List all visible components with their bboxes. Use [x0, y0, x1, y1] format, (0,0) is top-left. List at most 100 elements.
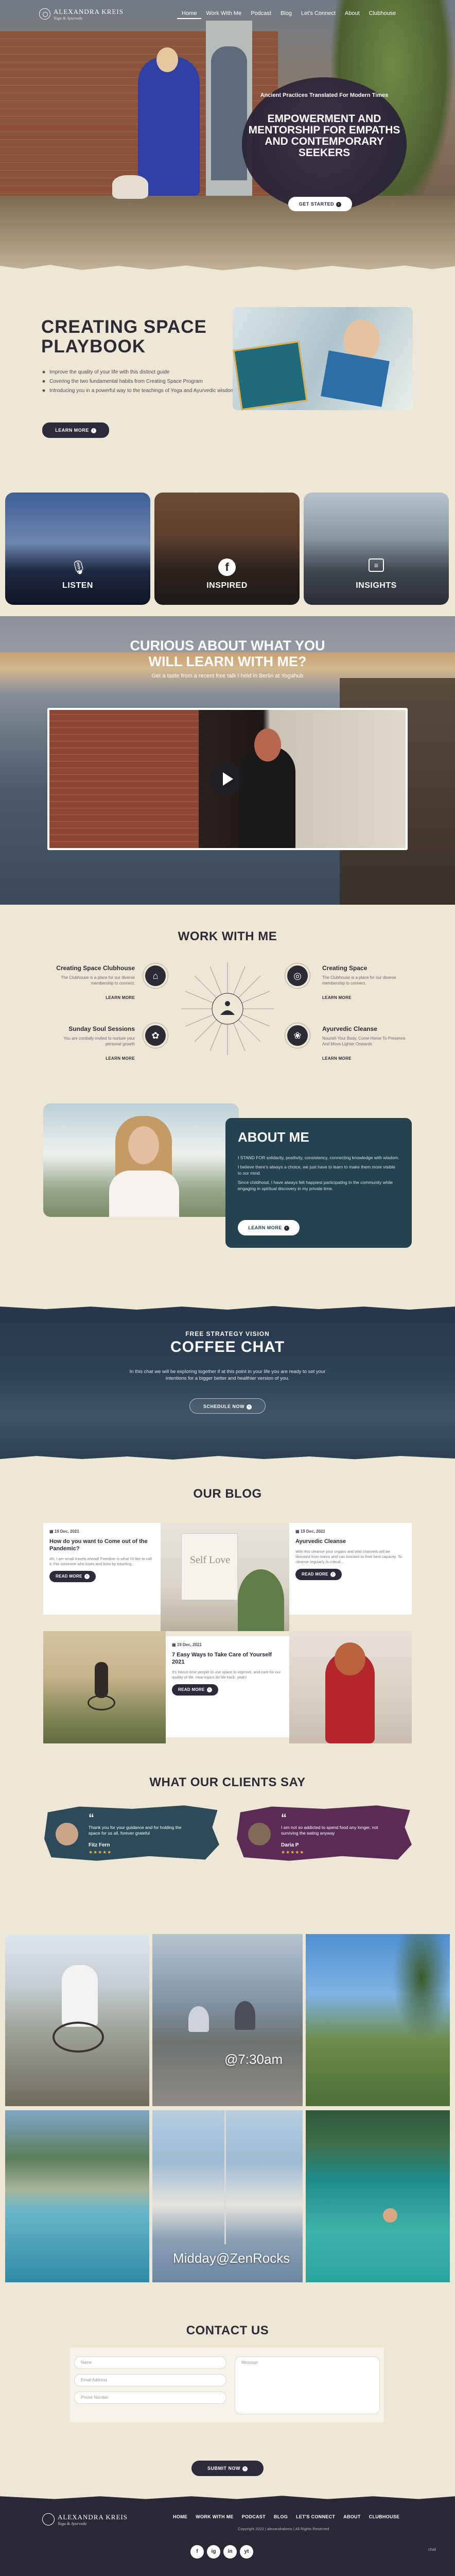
footer-nav-work-with-me[interactable]: WORK WITH ME [191, 2514, 238, 2519]
read-more-button[interactable]: READ MORE › [49, 1571, 96, 1582]
playbook-learn-more-button[interactable]: LEARN MORE › [42, 422, 109, 438]
chat-widget[interactable]: chat [428, 2547, 436, 2552]
service-text: The Clubhouse is a place for our diverse… [61, 975, 135, 986]
service-text: Nourish Your Body, Come Home To Presence… [322, 1036, 406, 1046]
service-title[interactable]: Creating Space Clubhouse [47, 964, 135, 972]
nav-item-podcast[interactable]: Podcast [246, 10, 276, 19]
gallery-caption: Midday@ZenRocks [173, 2250, 290, 2266]
submit-now-button[interactable]: SUBMIT NOW › [191, 2461, 264, 2476]
about-card: ABOUT ME I STAND FOR solidarity, positiv… [225, 1118, 412, 1248]
instagram-icon[interactable]: ig [207, 2545, 220, 2558]
arrow-right-icon: › [206, 1687, 212, 1692]
service-learn-more-link[interactable]: LEARN MORE [322, 1056, 380, 1061]
nav-item-clubhouse[interactable]: Clubhouse [364, 10, 401, 19]
nav-item-home[interactable]: Home [177, 10, 202, 19]
service-title[interactable]: Sunday Soul Sessions [47, 1025, 135, 1032]
inspired-card[interactable]: f INSPIRED [154, 493, 300, 605]
arrow-right-icon: › [330, 1572, 336, 1577]
message-field[interactable]: Message [235, 2357, 380, 2414]
footer-nav-home[interactable]: HOME [169, 2514, 191, 2519]
about-paragraph: I STAND FOR solidarity, positivity, cons… [238, 1155, 399, 1160]
blog-title[interactable]: Ayurvedic Cleanse [295, 1538, 406, 1545]
curious-title: CURIOUS ABOUT WHAT YOU WILL LEARN WITH M… [130, 638, 325, 669]
playbook-title-line1: CREATING SPACE [41, 317, 207, 337]
work-with-me-heading: WORK WITH ME [178, 929, 277, 943]
youtube-icon[interactable]: yt [240, 2545, 253, 2558]
linkedin-icon[interactable]: in [223, 2545, 237, 2558]
service-learn-more-link[interactable]: LEARN MORE [77, 995, 135, 1000]
play-icon[interactable] [210, 762, 243, 795]
blog-post-card[interactable]: ▦ 19 Dec, 2021 Ayurvedic Cleanse With th… [289, 1523, 412, 1615]
logo-icon[interactable] [39, 8, 50, 20]
nav-item-lets-connect[interactable]: Let's Connect [296, 10, 340, 19]
quote-icon: “ [89, 1811, 94, 1824]
blog-excerpt: It's hence time people to use space to i… [172, 1670, 281, 1680]
footer-nav-clubhouse[interactable]: CLUBHOUSE [365, 2514, 404, 2519]
self-love-frame: Self Love [181, 1533, 238, 1600]
testimonial-quote: I am not so addicted to spend food any l… [281, 1825, 378, 1836]
blog-date-text: 19 Dec, 2021 [177, 1642, 202, 1647]
plant-decoration [238, 1569, 284, 1631]
footer-nav-podcast[interactable]: PODCAST [238, 2514, 270, 2519]
video-brick-wall [49, 710, 199, 848]
about-learn-more-label: LEARN MORE [248, 1225, 282, 1230]
star-rating-icon: ★★★★★ [89, 1850, 112, 1855]
nav-item-blog[interactable]: Blog [276, 10, 296, 19]
service-learn-more-link[interactable]: LEARN MORE [77, 1056, 135, 1061]
inspired-card-label: INSPIRED [206, 581, 248, 590]
read-more-button[interactable]: READ MORE › [172, 1684, 218, 1696]
torn-edge-top [0, 1302, 455, 1310]
torn-edge-bottom [0, 1456, 455, 1463]
about-learn-more-button[interactable]: LEARN MORE › [238, 1220, 300, 1235]
blog-image-self-love: Self Love [161, 1523, 289, 1631]
contact-heading: CONTACT US [186, 2324, 269, 2337]
testimonial-quote: Thank you for your guidance and for hold… [89, 1825, 182, 1836]
playbook-learn-more-label: LEARN MORE [55, 428, 89, 433]
schedule-now-button[interactable]: SCHEDULE NOW › [189, 1398, 266, 1414]
service-title[interactable]: Creating Space [322, 964, 410, 972]
footer-nav-blog[interactable]: BLOG [270, 2514, 292, 2519]
email-field[interactable]: Email Address [74, 2374, 226, 2386]
nav-item-about[interactable]: About [340, 10, 364, 19]
footer-logo-icon[interactable] [42, 2513, 55, 2526]
insights-card[interactable]: ≡ INSIGHTS [304, 493, 449, 605]
gallery-photo [306, 2110, 450, 2282]
nav-menu: Home Work With Me Podcast Blog Let's Con… [177, 10, 400, 19]
blog-title[interactable]: How do you want to Come out of the Pande… [49, 1538, 154, 1552]
read-more-button[interactable]: READ MORE › [295, 1569, 342, 1580]
blog-excerpt: With this cleanse your organs and vital … [295, 1549, 402, 1564]
blog-image-portrait [289, 1631, 412, 1743]
logo-name[interactable]: ALEXANDRA KREIS [54, 8, 124, 16]
video-player[interactable] [47, 708, 408, 850]
news-icon: ≡ [369, 558, 384, 572]
name-field[interactable]: Name [74, 2357, 226, 2369]
clubhouse-icon: ⌂ [143, 963, 168, 989]
facebook-icon[interactable]: f [190, 2545, 204, 2558]
blog-post-card[interactable]: ▦ 19 Dec, 2021 How do you want to Come o… [43, 1523, 161, 1615]
service-learn-more-link[interactable]: LEARN MORE [322, 995, 380, 1000]
listen-card[interactable]: 🎙 LISTEN [5, 493, 150, 605]
blog-excerpt: Ah, I am small travels ahead! Freedom is… [49, 1556, 152, 1566]
top-navigation: ALEXANDRA KREIS Yoga & Ayurveda Home Wor… [0, 0, 455, 28]
footer-nav-about[interactable]: ABOUT [339, 2514, 365, 2519]
clients-heading: WHAT OUR CLIENTS SAY [149, 1775, 306, 1789]
footer-logo-name[interactable]: ALEXANDRA KREIS [58, 2513, 128, 2521]
gallery-photo [5, 2110, 149, 2282]
about-paragraph: Since childhood, I have always felt happ… [238, 1180, 393, 1191]
schedule-now-label: SCHEDULE NOW [203, 1404, 244, 1409]
nav-item-work-with-me[interactable]: Work With Me [201, 10, 246, 19]
gallery-bicycle-wheel [52, 2022, 104, 2053]
coffee-title: COFFEE CHAT [170, 1338, 285, 1355]
blog-post-card[interactable]: ▦ 19 Dec, 2021 7 Easy Ways to Take Care … [166, 1636, 289, 1737]
blog-title[interactable]: 7 Easy Ways to Take Care of Yourself 202… [172, 1651, 283, 1666]
star-rating-icon: ★★★★★ [281, 1850, 305, 1855]
gallery-photo-yoga: @7:30am [152, 1934, 303, 2106]
phone-field[interactable]: Phone Number [74, 2392, 226, 2404]
footer-nav-lets-connect[interactable]: LET'S CONNECT [292, 2514, 339, 2519]
gallery-caption: @7:30am [224, 2052, 283, 2067]
portrait-head [335, 1642, 365, 1675]
get-started-button[interactable]: GET STARTED › [288, 197, 352, 211]
blog-date: ▦ 19 Dec, 2021 [49, 1529, 154, 1534]
gallery-mast [224, 2110, 226, 2244]
service-title[interactable]: Ayurvedic Cleanse [322, 1025, 410, 1032]
